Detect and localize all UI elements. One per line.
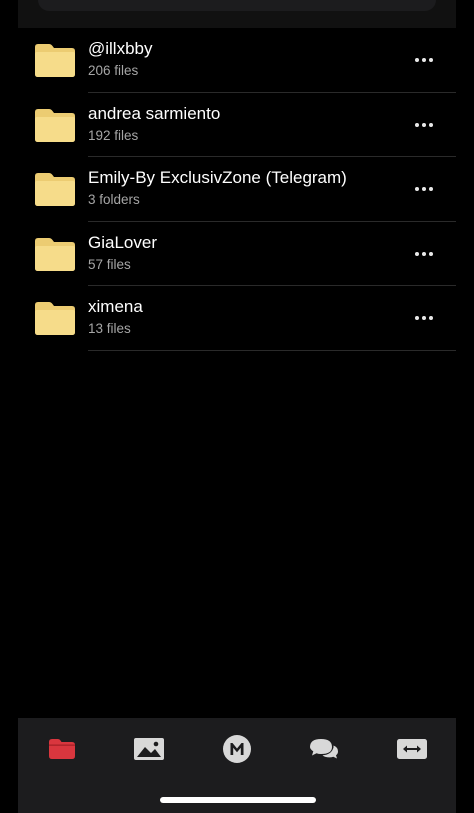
folder-name: ximena (88, 297, 143, 316)
folder-name: @illxbby (88, 39, 153, 58)
transfers-icon[interactable] (392, 734, 432, 764)
more-options-icon[interactable] (406, 244, 442, 264)
row-divider (88, 349, 456, 351)
folder-icon (35, 237, 75, 271)
more-options-icon[interactable] (406, 50, 442, 70)
cloud-drive-folder-icon[interactable] (42, 734, 82, 764)
folder-item-count: 206 files (88, 63, 139, 78)
search-area (18, 0, 456, 28)
folder-item-count: 57 files (88, 256, 131, 272)
folder-list: @illxbby 206 files andrea sarmiento 192 … (18, 28, 456, 351)
folder-name: Emily-By ExclusivZone (Telegram) (88, 168, 347, 187)
more-options-icon[interactable] (406, 308, 442, 328)
folder-icon (35, 302, 75, 335)
folder-row[interactable]: @illxbby 206 files (18, 28, 456, 93)
home-indicator[interactable] (160, 797, 316, 803)
folder-name: andrea sarmiento (88, 103, 221, 123)
folder-row[interactable]: Emily-By ExclusivZone (Telegram) 3 folde… (18, 157, 456, 222)
more-options-icon[interactable] (406, 115, 442, 135)
folder-icon (35, 44, 75, 77)
search-bar[interactable] (38, 0, 436, 11)
folder-item-count: 13 files (88, 321, 131, 336)
folder-row[interactable]: ximena 13 files (18, 286, 456, 351)
more-options-icon[interactable] (406, 179, 442, 199)
chat-icon[interactable] (304, 734, 344, 764)
folder-row[interactable]: andrea sarmiento 192 files (18, 93, 456, 157)
folder-icon (35, 108, 75, 142)
folder-name: GiaLover (88, 232, 157, 252)
folder-row[interactable]: GiaLover 57 files (18, 222, 456, 286)
folder-item-count: 192 files (88, 127, 139, 143)
folder-item-count: 3 folders (88, 192, 140, 207)
folder-icon (35, 173, 75, 206)
photos-icon[interactable] (129, 734, 169, 764)
mega-logo-icon[interactable] (217, 734, 257, 764)
